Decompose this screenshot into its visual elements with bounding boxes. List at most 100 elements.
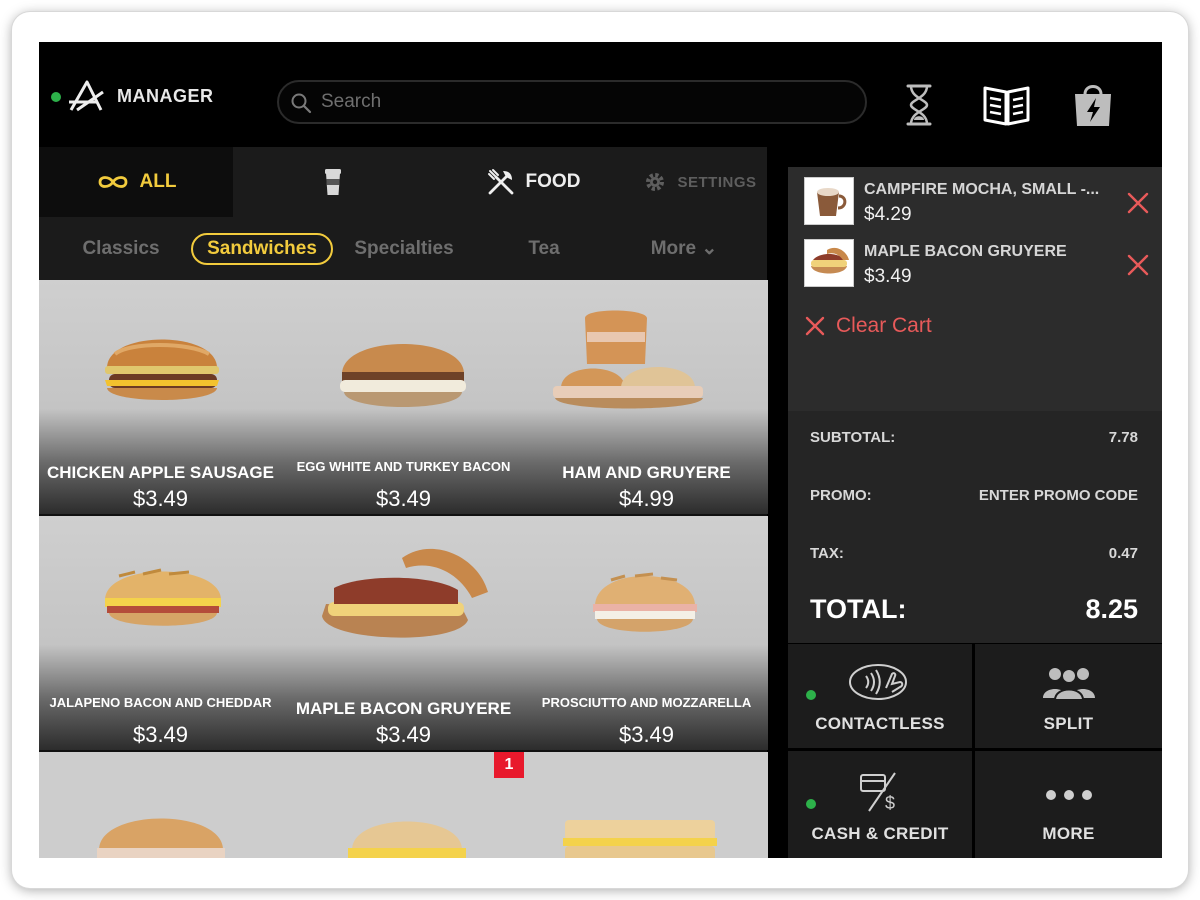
subtab-sandwiches[interactable]: Sandwiches [191,233,333,265]
split-button[interactable]: SPLIT [975,644,1162,748]
sandwich-image [348,821,466,858]
cart-item-thumbnail [804,177,854,225]
tab-food[interactable]: FOOD [433,147,633,217]
product-price: $4.99 [618,486,675,511]
subtotal-value: 7.78 [1108,429,1138,446]
fork-knife-icon [487,169,513,195]
product-price: $3.49 [375,486,432,511]
product-tile[interactable]: MAPLE BACON GRUYERE $3.49 [282,516,525,750]
cart-item[interactable]: MAPLE BACON GRUYERE $3.49 [804,239,1154,291]
sandwich-thumb-icon [811,247,849,274]
logo-icon [69,80,104,112]
product-tile[interactable]: PROSCIUTTO AND MOZZARELLA $3.49 [525,516,768,750]
infinity-icon [98,176,127,188]
category-bar: ALL FOOD SETTINGS [39,147,767,217]
clear-cart-label: Clear Cart [836,314,932,337]
product-tile[interactable] [525,752,768,858]
more-payment-button[interactable]: MORE [975,751,1162,858]
top-bar: MANAGER [39,42,1162,147]
total-value: 8.25 [1085,594,1138,624]
selected-count-badge: 1 [494,752,524,778]
cash-card-icon: $ [860,772,896,813]
online-status-dot [806,690,816,700]
gear-icon [646,173,665,191]
contactless-label: CONTACTLESS [815,714,945,733]
tab-settings-label: SETTINGS [677,173,757,191]
product-price: $3.49 [132,722,189,747]
cup-icon [325,169,341,195]
subtab-classics[interactable]: Classics [69,233,173,265]
user-role-label[interactable]: MANAGER [117,86,214,107]
search-input[interactable] [321,88,841,116]
split-label: SPLIT [1043,714,1094,733]
product-price: $3.49 [618,722,675,747]
cart-item[interactable]: CAMPFIRE MOCHA, SMALL -... $4.29 [804,177,1154,229]
tab-food-label: FOOD [525,171,581,192]
close-icon[interactable] [1126,191,1150,215]
product-name: PROSCIUTTO AND MOZZARELLA [541,695,752,710]
group-icon [1042,668,1095,700]
total-label: TOTAL: [810,594,907,624]
subtab-specialties[interactable]: Specialties [343,233,465,265]
cash-credit-label: CASH & CREDIT [811,824,949,843]
menu-book-icon[interactable] [982,82,1032,128]
product-grid: CHICKEN APPLE SAUSAGE $3.49 EGG WHITE AN… [39,280,768,858]
tax-value: 0.47 [1108,545,1138,562]
more-label: MORE [1042,824,1095,843]
bolt-bag-icon[interactable] [1069,80,1117,130]
cart-item-price: $3.49 [864,266,912,287]
hourglass-icon[interactable] [902,82,936,128]
maple-bacon-gruyere-image [322,548,488,638]
online-status-dot [51,92,61,102]
jalapeno-bacon-cheddar-image [105,568,221,626]
product-tile[interactable] [39,752,282,858]
product-name: MAPLE BACON GRUYERE [295,699,512,718]
pos-screen: MANAGER Search ALL FOOD SETTINGS Classic… [39,42,1162,858]
tab-beverages[interactable] [233,147,433,217]
cart-panel: CAMPFIRE MOCHA, SMALL -... $4.29 MAPLE B… [788,167,1162,411]
product-name: EGG WHITE AND TURKEY BACON [296,459,511,474]
product-price: $3.49 [375,722,432,747]
online-status-dot [806,799,816,809]
product-name: CHICKEN APPLE SAUSAGE [46,463,274,482]
subcategory-bar: Classics Sandwiches Specialties Tea More… [39,217,767,280]
cart-item-name: CAMPFIRE MOCHA, SMALL -... [864,181,1100,198]
search-icon [291,93,312,114]
cart-item-name: MAPLE BACON GRUYERE [864,243,1067,260]
product-name: JALAPENO BACON AND CHEDDAR [49,695,272,710]
sandwich-image [97,818,225,858]
search-bar[interactable] [277,80,867,124]
tab-all-label: ALL [139,171,177,192]
promo-label: PROMO: [810,487,872,504]
subtab-more[interactable]: More ⌄ [639,233,729,265]
panel-divider [767,147,787,217]
cart-item-price: $4.29 [864,204,912,225]
product-tile[interactable]: JALAPENO BACON AND CHEDDAR $3.49 [39,516,282,750]
close-icon [805,316,825,336]
ham-and-gruyere-image [553,310,703,409]
egg-white-turkey-bacon-image [340,344,466,407]
more-dots-icon [1045,790,1092,800]
product-name: HAM AND GRUYERE [562,463,731,482]
promo-code-input[interactable]: ENTER PROMO CODE [979,487,1138,504]
tab-all[interactable]: ALL [39,147,233,217]
cart-item-thumbnail [804,239,854,287]
contactless-button[interactable]: CONTACTLESS [788,644,972,748]
close-icon[interactable] [1126,253,1150,277]
svg-text:$: $ [885,793,895,813]
product-tile[interactable]: EGG WHITE AND TURKEY BACON $3.49 [282,280,525,514]
tax-label: TAX: [810,545,844,562]
contactless-icon [849,664,907,700]
product-tile[interactable]: HAM AND GRUYERE $4.99 [525,280,768,514]
clear-cart-button[interactable]: Clear Cart [804,314,932,338]
chicken-apple-sausage-image [105,339,219,400]
mocha-cup-icon [817,188,847,216]
product-tile[interactable]: CHICKEN APPLE SAUSAGE $3.49 [39,280,282,514]
sandwich-image [563,820,717,858]
subtab-tea[interactable]: Tea [509,233,579,265]
prosciutto-mozzarella-image [593,572,697,632]
subtotal-label: SUBTOTAL: [810,429,896,446]
tab-settings[interactable]: SETTINGS [633,147,767,217]
cash-credit-button[interactable]: $ CASH & CREDIT [788,751,972,858]
product-tile[interactable] [282,752,525,858]
